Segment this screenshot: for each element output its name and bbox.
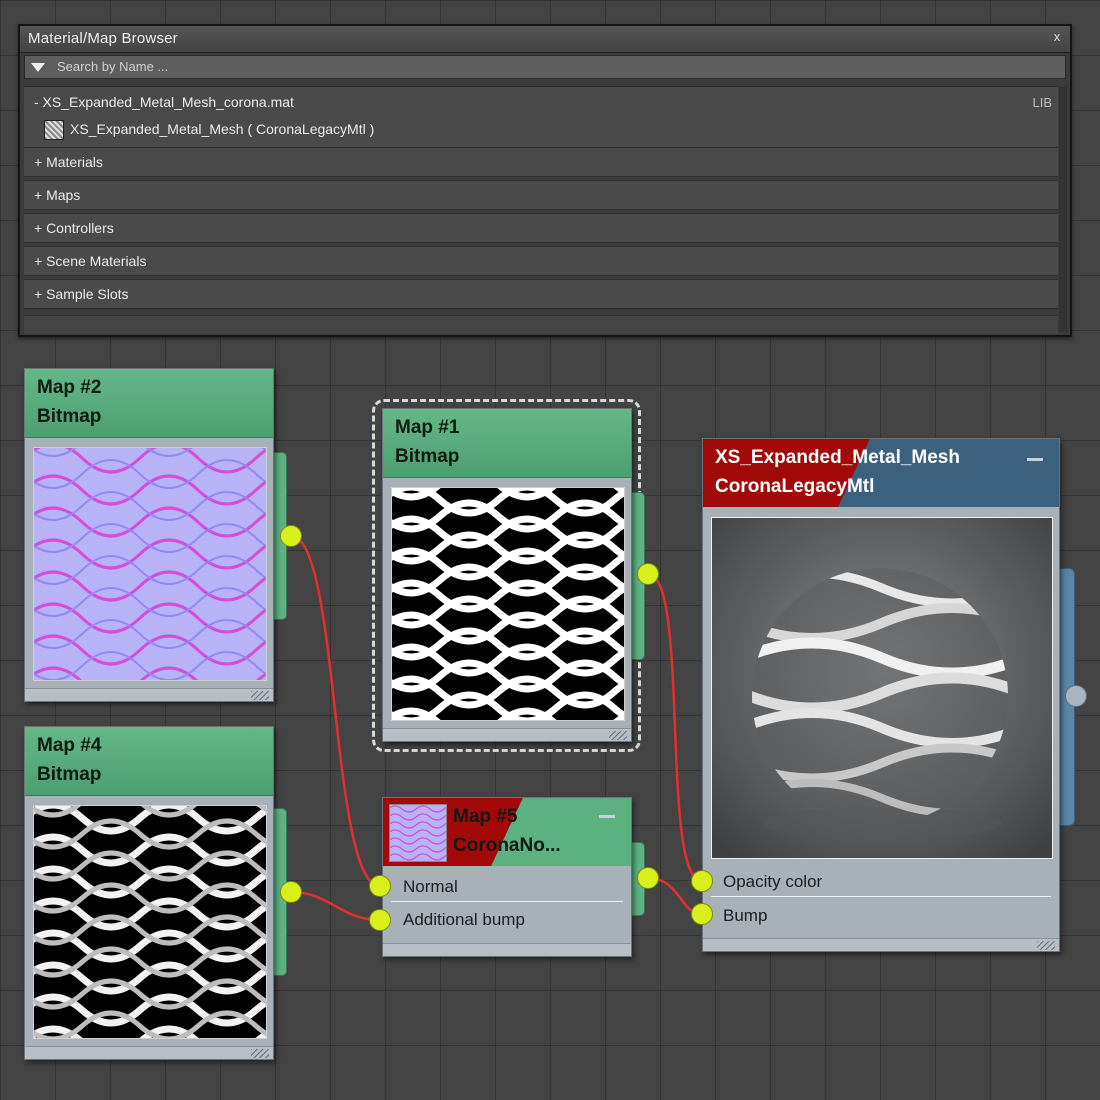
node-subtitle: Bitmap: [37, 764, 102, 785]
node-map5[interactable]: Map #5 CoronaNo... Normal Additional bum…: [382, 797, 632, 957]
category-label: + Scene Materials: [34, 253, 147, 269]
node-footer: [383, 943, 631, 956]
search-input[interactable]: [53, 57, 1063, 75]
resize-grip-icon[interactable]: [1037, 941, 1055, 950]
category-label: + Materials: [34, 154, 103, 170]
slot-label: Bump: [723, 906, 768, 925]
map5-thumbnail-image: [390, 805, 446, 861]
chevron-down-icon[interactable]: [29, 60, 47, 74]
resize-grip-icon[interactable]: [251, 1049, 269, 1058]
category-label: + Controllers: [34, 220, 114, 236]
normal-map-thumbnail: [33, 447, 267, 681]
slot-label: Normal: [403, 877, 458, 896]
browser-title: Material/Map Browser: [28, 30, 178, 47]
node-title: Map #2: [37, 377, 102, 398]
map1-output-socket[interactable]: [637, 563, 659, 585]
normal-input-socket[interactable]: [369, 875, 391, 897]
node-header[interactable]: Map #4 Bitmap: [25, 727, 273, 796]
node-footer: [25, 688, 273, 701]
category-scene-materials[interactable]: + Scene Materials: [24, 246, 1058, 276]
category-label: + Sample Slots: [34, 286, 129, 302]
node-subtitle: CoronaNo...: [453, 835, 561, 856]
browser-empty-row: [24, 315, 1058, 334]
node-subtitle: CoronaLegacyMtl: [715, 476, 875, 497]
category-materials[interactable]: + Materials: [24, 147, 1058, 177]
node-title: Map #1: [395, 417, 460, 438]
category-label: + Maps: [34, 187, 81, 203]
node-title: Map #5: [453, 806, 518, 827]
node-title: XS_Expanded_Metal_Mesh: [715, 447, 960, 468]
material-map-browser: Material/Map Browser x - XS_Expanded_Met…: [18, 24, 1072, 337]
slot-additional-bump[interactable]: Additional bump: [383, 903, 631, 935]
node-footer: [383, 728, 631, 741]
node-footer: [25, 1046, 273, 1059]
collapse-icon[interactable]: [1027, 458, 1043, 461]
library-header[interactable]: - XS_Expanded_Metal_Mesh_corona.mat: [34, 94, 294, 110]
node-header[interactable]: XS_Expanded_Metal_Mesh CoronaLegacyMtl: [703, 439, 1059, 507]
resize-grip-icon[interactable]: [251, 691, 269, 700]
normal-map-image: [34, 448, 266, 680]
node-title: Map #4: [37, 735, 102, 756]
node-material[interactable]: XS_Expanded_Metal_Mesh CoronaLegacyMtl O…: [702, 438, 1060, 952]
material-thumbnail-icon: [44, 120, 64, 140]
library-tag: LIB: [1032, 95, 1052, 110]
slot-normal[interactable]: Normal: [383, 870, 631, 902]
library-item-label: XS_Expanded_Metal_Mesh ( CoronaLegacyMtl…: [70, 121, 375, 137]
wire-map4-to-additional-bump: [290, 890, 381, 922]
map2-output-socket[interactable]: [280, 525, 302, 547]
node-footer: [703, 938, 1059, 951]
additional-bump-input-socket[interactable]: [369, 909, 391, 931]
bump-map-thumbnail: [33, 805, 267, 1039]
browser-scrollbar[interactable]: [1059, 86, 1067, 332]
browser-title-bar[interactable]: Material/Map Browser x: [20, 26, 1070, 53]
node-map4[interactable]: Map #4 Bitmap: [24, 726, 274, 1060]
map5-output-socket[interactable]: [637, 867, 659, 889]
map5-thumbnail: [389, 804, 447, 862]
node-header[interactable]: Map #5 CoronaNo...: [383, 798, 631, 866]
material-preview: [711, 517, 1053, 859]
opacity-color-input-socket[interactable]: [691, 870, 713, 892]
bump-input-socket[interactable]: [691, 903, 713, 925]
slot-label: Opacity color: [723, 872, 823, 891]
slot-divider: [391, 901, 623, 902]
category-sample-slots[interactable]: + Sample Slots: [24, 279, 1058, 309]
material-output-socket[interactable]: [1065, 685, 1087, 707]
search-row: [24, 55, 1066, 79]
category-controllers[interactable]: + Controllers: [24, 213, 1058, 243]
slot-divider: [711, 896, 1051, 897]
node-subtitle: Bitmap: [395, 446, 460, 467]
slot-bump[interactable]: Bump: [703, 899, 1059, 931]
map4-output-socket[interactable]: [280, 881, 302, 903]
bump-map-image: [34, 806, 266, 1038]
opacity-map-thumbnail: [391, 487, 625, 721]
close-icon[interactable]: x: [1050, 30, 1064, 44]
collapse-icon[interactable]: [599, 815, 615, 818]
wire-map2-to-normal: [290, 534, 381, 888]
node-header[interactable]: Map #2 Bitmap: [25, 369, 273, 438]
node-subtitle: Bitmap: [37, 406, 102, 427]
category-maps[interactable]: + Maps: [24, 180, 1058, 210]
opacity-map-image: [392, 488, 624, 720]
node-map1[interactable]: Map #1 Bitmap: [382, 408, 632, 742]
node-header[interactable]: Map #1 Bitmap: [383, 409, 631, 478]
slot-label: Additional bump: [403, 910, 525, 929]
slot-opacity-color[interactable]: Opacity color: [703, 865, 1059, 897]
node-map2[interactable]: Map #2 Bitmap: [24, 368, 274, 702]
wire-map1-to-opacity: [647, 572, 703, 883]
metal-mesh-sphere-image: [712, 518, 1052, 858]
resize-grip-icon[interactable]: [609, 731, 627, 740]
